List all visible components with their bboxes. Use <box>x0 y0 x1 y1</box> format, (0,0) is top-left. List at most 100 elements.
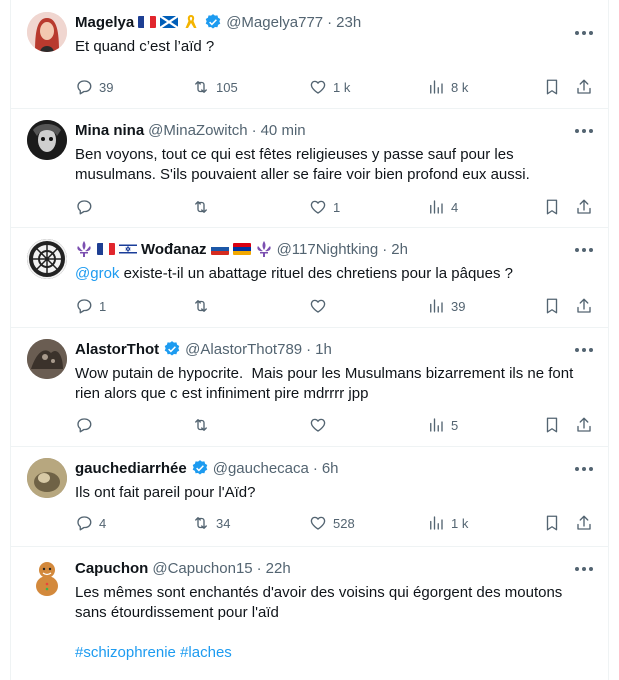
post-alastorthot[interactable]: AlastorThot @AlastorThot789 · 1h Wow put… <box>11 327 608 447</box>
bookmark-button[interactable] <box>543 197 561 217</box>
post-time[interactable]: 6h <box>322 460 339 477</box>
action-bar: 1 39 <box>75 296 595 316</box>
hashtag-link[interactable]: #laches <box>180 644 232 661</box>
post-time[interactable]: 2h <box>391 241 408 258</box>
bookmark-button[interactable] <box>543 415 561 435</box>
share-icon <box>577 199 591 214</box>
fleur-de-lis-icon <box>256 241 271 257</box>
more-options-icon[interactable] <box>574 128 594 134</box>
repost-button[interactable] <box>192 197 216 217</box>
heart-icon <box>310 516 326 530</box>
author-name[interactable]: AlastorThot <box>75 341 159 358</box>
share-button[interactable] <box>575 513 593 533</box>
author-handle[interactable]: @Magelya777 <box>226 14 323 31</box>
post-time[interactable]: 23h <box>336 14 361 31</box>
views-button[interactable]: 4 <box>427 197 458 217</box>
avatar[interactable] <box>27 120 67 160</box>
reply-button[interactable]: 39 <box>75 77 113 97</box>
post-text-line: Les mêmes sont enchantés d'avoir des voi… <box>75 584 563 601</box>
views-button[interactable]: 5 <box>427 415 458 435</box>
author-name[interactable]: Capuchon <box>75 560 148 577</box>
reply-button[interactable] <box>75 415 99 435</box>
avatar[interactable] <box>27 458 67 498</box>
like-button[interactable]: 1 <box>309 197 340 217</box>
bookmark-icon <box>546 298 558 314</box>
mention-link[interactable]: @grok <box>75 265 119 282</box>
views-chart-icon <box>430 299 443 313</box>
repost-button[interactable] <box>192 415 216 435</box>
more-options-icon[interactable] <box>574 30 594 36</box>
author-handle[interactable]: @Capuchon15 <box>152 560 252 577</box>
share-button[interactable] <box>575 415 593 435</box>
ribbon-icon <box>185 15 197 28</box>
more-options-icon[interactable] <box>574 347 594 353</box>
post-time[interactable]: 1h <box>315 341 332 358</box>
post-time[interactable]: 40 min <box>261 122 306 139</box>
post-capuchon[interactable]: Capuchon @Capuchon15 · 22h Les mêmes son… <box>11 546 608 680</box>
avatar[interactable] <box>27 12 67 52</box>
views-chart-icon <box>430 80 443 94</box>
heart-icon <box>310 418 326 432</box>
post-mina-nina[interactable]: Mina nina @MinaZowitch · 40 min Ben voyo… <box>11 108 608 228</box>
reply-feed: Magelya @Magelya777 · 23h Et quand c’est… <box>10 0 609 680</box>
reply-icon <box>77 516 92 531</box>
author-handle[interactable]: @MinaZowitch <box>148 122 247 139</box>
france-flag-icon <box>138 16 157 28</box>
share-button[interactable] <box>575 296 593 316</box>
author-handle[interactable]: @gauchecaca <box>213 460 309 477</box>
repost-icon <box>195 300 207 312</box>
post-magelya[interactable]: Magelya @Magelya777 · 23h Et quand c’est… <box>11 0 608 109</box>
bookmark-button[interactable] <box>543 513 561 533</box>
post-text-line: @grok existe-t-il un abattage rituel des… <box>75 264 595 284</box>
reply-button[interactable] <box>75 197 99 217</box>
bookmark-button[interactable] <box>543 77 561 97</box>
views-button[interactable]: 39 <box>427 296 465 316</box>
reply-count: 1 <box>99 298 107 314</box>
more-options-icon[interactable] <box>574 566 594 572</box>
reply-button[interactable]: 1 <box>75 296 106 316</box>
views-count: 39 <box>451 298 466 314</box>
like-button[interactable]: 1 k <box>309 77 350 97</box>
scotland-flag-icon <box>160 16 179 28</box>
post-time[interactable]: 22h <box>266 560 291 577</box>
separator-dot: · <box>312 459 318 477</box>
share-button[interactable] <box>575 77 593 97</box>
author-handle[interactable]: @AlastorThot789 <box>185 341 302 358</box>
armenia-flag-icon <box>232 243 251 255</box>
avatar[interactable] <box>27 558 67 598</box>
views-button[interactable]: 8 k <box>427 77 468 97</box>
share-button[interactable] <box>575 197 593 217</box>
like-button[interactable] <box>309 296 333 316</box>
reply-count: 4 <box>99 515 107 531</box>
repost-button[interactable]: 34 <box>192 513 230 533</box>
post-text-line: Et quand c’est l’aïd ? <box>75 38 215 55</box>
bookmark-icon <box>546 515 558 531</box>
avatar[interactable] <box>27 339 67 379</box>
post-text: Ben voyons, tout ce qui est fêtes religi… <box>75 145 595 185</box>
like-count: 528 <box>333 515 355 531</box>
action-bar: 39 105 1 k 8 k <box>75 77 595 97</box>
reply-count: 39 <box>99 79 114 95</box>
views-button[interactable]: 1 k <box>427 513 468 533</box>
verified-badge-icon <box>192 460 207 475</box>
author-name[interactable]: Mina nina <box>75 122 144 139</box>
repost-button[interactable]: 105 <box>192 77 238 97</box>
repost-count: 105 <box>216 79 238 95</box>
more-options-icon[interactable] <box>574 466 594 472</box>
bookmark-button[interactable] <box>543 296 561 316</box>
bookmark-icon <box>546 417 558 433</box>
author-name[interactable]: Wođanaz <box>141 241 207 258</box>
post-wodanaz[interactable]: Wođanaz @117Nightking · 2h @grok existe-… <box>11 227 608 328</box>
like-button[interactable] <box>309 415 333 435</box>
author-name[interactable]: gauchediarrhée <box>75 460 187 477</box>
like-button[interactable]: 528 <box>309 513 355 533</box>
author-handle[interactable]: @117Nightking <box>277 241 379 258</box>
avatar[interactable] <box>27 239 67 279</box>
repost-button[interactable] <box>192 296 216 316</box>
hashtag-link[interactable]: #schizophrenie <box>75 644 176 661</box>
post-gauchediarrhee[interactable]: gauchediarrhée @gauchecaca · 6h Ils ont … <box>11 446 608 547</box>
more-options-icon[interactable] <box>574 247 594 253</box>
author-name[interactable]: Magelya <box>75 14 134 31</box>
reply-button[interactable]: 4 <box>75 513 106 533</box>
views-count: 5 <box>451 417 459 433</box>
